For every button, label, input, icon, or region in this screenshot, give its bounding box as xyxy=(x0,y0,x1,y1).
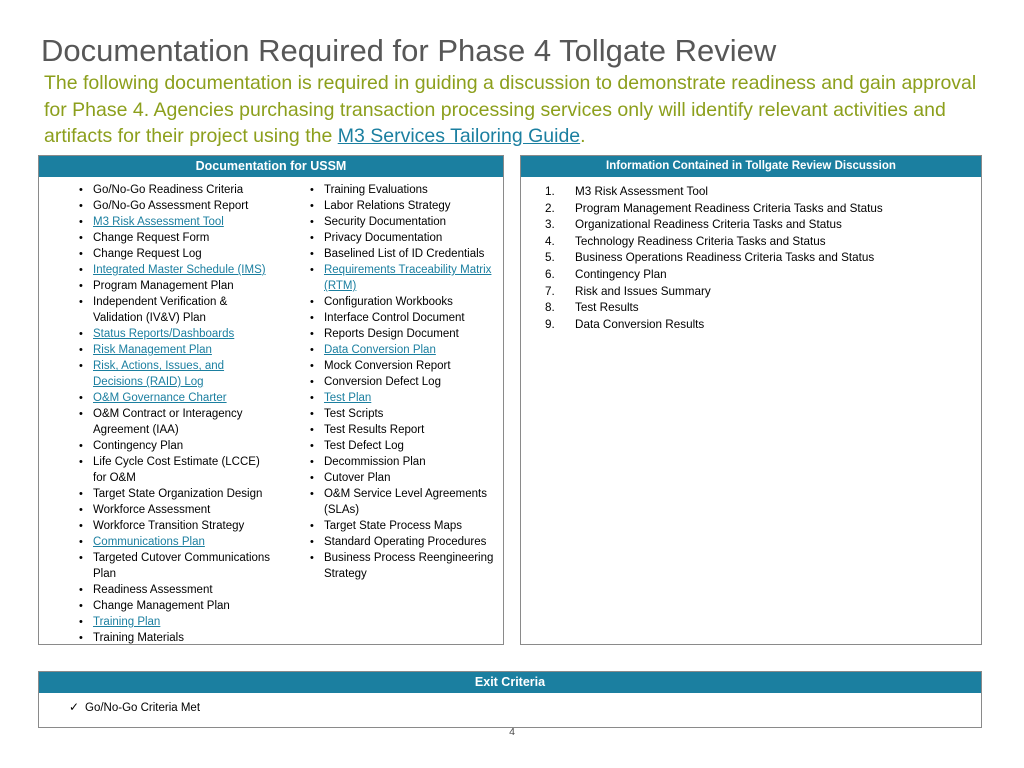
documentation-list-item: Workforce Assessment xyxy=(79,502,276,518)
documentation-list-item: Change Management Plan xyxy=(79,598,276,614)
documentation-list-item: Life Cycle Cost Estimate (LCCE) for O&M xyxy=(79,454,276,486)
tollgate-discussion-panel: Information Contained in Tollgate Review… xyxy=(520,155,982,645)
page-number: 4 xyxy=(509,726,515,738)
tollgate-item-number: 9. xyxy=(545,317,555,331)
exit-criteria-item: ✓ Go/No-Go Criteria Met xyxy=(69,700,200,714)
documentation-list-item: Workforce Transition Strategy xyxy=(79,518,276,534)
tollgate-item-label: Business Operations Readiness Criteria T… xyxy=(575,251,875,265)
documentation-column-b: Training EvaluationsLabor Relations Stra… xyxy=(276,182,503,646)
tollgate-item-label: Organizational Readiness Criteria Tasks … xyxy=(575,218,842,232)
tollgate-item-number: 2. xyxy=(545,201,555,215)
documentation-list-item: Baselined List of ID Credentials xyxy=(310,246,503,262)
tollgate-item-number: 8. xyxy=(545,301,555,315)
tollgate-discussion-item: 3. Organizational Readiness Criteria Task… xyxy=(539,217,959,234)
documentation-list-item: Change Request Form xyxy=(79,230,276,246)
documentation-link-item[interactable]: Status Reports/Dashboards xyxy=(79,326,276,342)
documentation-list-a: Go/No-Go Readiness CriteriaGo/No-Go Asse… xyxy=(79,182,276,646)
documentation-list-item: O&M Service Level Agreements (SLAs) xyxy=(310,486,503,518)
tollgate-discussion-item: 2. Program Management Readiness Criteria … xyxy=(539,201,959,218)
tollgate-item-number: 6. xyxy=(545,267,555,281)
tollgate-item-number: 3. xyxy=(545,218,555,232)
documentation-list-item: Targeted Cutover Communications Plan xyxy=(79,550,276,582)
tollgate-item-number: 7. xyxy=(545,284,555,298)
exit-criteria-panel: Exit Criteria ✓ Go/No-Go Criteria Met xyxy=(38,671,982,728)
check-icon: ✓ xyxy=(69,700,80,714)
documentation-list-item: Business Process Reengineering Strategy xyxy=(310,550,503,582)
documentation-list-item: Change Request Log xyxy=(79,246,276,262)
tollgate-discussion-item: 6. Contingency Plan xyxy=(539,267,959,284)
documentation-columns: Go/No-Go Readiness CriteriaGo/No-Go Asse… xyxy=(39,182,503,646)
documentation-list-item: Target State Organization Design xyxy=(79,486,276,502)
documentation-list-item: Conversion Defect Log xyxy=(310,374,503,390)
documentation-list-item: Interface Control Document xyxy=(310,310,503,326)
documentation-list-item: Program Management Plan xyxy=(79,278,276,294)
documentation-list-item: Mock Conversion Report xyxy=(310,358,503,374)
tollgate-discussion-item: 5. Business Operations Readiness Criteria… xyxy=(539,250,959,267)
documentation-link-item[interactable]: Risk Management Plan xyxy=(79,342,276,358)
documentation-list-item: Readiness Assessment xyxy=(79,582,276,598)
slide-canvas: Documentation Required for Phase 4 Tollg… xyxy=(0,0,1024,768)
documentation-list-item: Independent Verification & Validation (I… xyxy=(79,294,276,326)
documentation-column-a: Go/No-Go Readiness CriteriaGo/No-Go Asse… xyxy=(39,182,276,646)
documentation-link-item[interactable]: Risk, Actions, Issues, and Decisions (RA… xyxy=(79,358,276,390)
page-title: Documentation Required for Phase 4 Tollg… xyxy=(41,33,777,68)
documentation-list-item: Reports Design Document xyxy=(310,326,503,342)
documentation-list-item: Training Materials xyxy=(79,630,276,646)
documentation-list-item: Test Defect Log xyxy=(310,438,503,454)
documentation-list-item: Training Evaluations xyxy=(310,182,503,198)
tollgate-item-number: 1. xyxy=(545,185,555,198)
tollgate-item-label: Test Results xyxy=(575,301,639,315)
documentation-link-item[interactable]: Communications Plan xyxy=(79,534,276,550)
documentation-list-item: Decommission Plan xyxy=(310,454,503,470)
documentation-list-item: Standard Operating Procedures xyxy=(310,534,503,550)
subtitle-text-part2: . xyxy=(580,125,586,148)
exit-criteria-header: Exit Criteria xyxy=(39,672,981,693)
tollgate-discussion-item: 8. Test Results xyxy=(539,300,959,317)
tollgate-discussion-header: Information Contained in Tollgate Review… xyxy=(521,156,981,177)
documentation-link-item[interactable]: O&M Governance Charter xyxy=(79,390,276,406)
tollgate-item-label: Program Management Readiness Criteria Ta… xyxy=(575,201,883,215)
tollgate-item-number: 4. xyxy=(545,234,555,248)
documentation-list-item: Labor Relations Strategy xyxy=(310,198,503,214)
exit-criteria-label: Go/No-Go Criteria Met xyxy=(85,702,201,714)
documentation-link-item[interactable]: Training Plan xyxy=(79,614,276,630)
documentation-list-item: O&M Contract or Interagency Agreement (I… xyxy=(79,406,276,438)
documentation-list-item: Target State Process Maps xyxy=(310,518,503,534)
documentation-link-item[interactable]: Requirements Traceability Matrix (RTM) xyxy=(310,262,503,294)
documentation-link-item[interactable]: M3 Risk Assessment Tool xyxy=(79,214,276,230)
tollgate-item-number: 5. xyxy=(545,251,555,265)
documentation-link-item[interactable]: Integrated Master Schedule (IMS) xyxy=(79,262,276,278)
documentation-link-item[interactable]: Test Plan xyxy=(310,390,503,406)
documentation-list-item: Cutover Plan xyxy=(310,470,503,486)
documentation-link-item[interactable]: Data Conversion Plan xyxy=(310,342,503,358)
documentation-list-item: Test Scripts xyxy=(310,406,503,422)
tollgate-item-label: Technology Readiness Criteria Tasks and … xyxy=(575,234,826,248)
documentation-for-ussm-panel: Documentation for USSM Go/No-Go Readines… xyxy=(38,155,504,646)
documentation-list-item: Go/No-Go Assessment Report xyxy=(79,198,276,214)
tollgate-discussion-item: 4. Technology Readiness Criteria Tasks an… xyxy=(539,234,959,251)
tollgate-item-label: Risk and Issues Summary xyxy=(575,284,711,298)
tollgate-discussion-item: 9. Data Conversion Results xyxy=(539,317,959,334)
tollgate-discussion-list: 1. M3 Risk Assessment Tool 2. Program Manag… xyxy=(539,184,959,333)
documentation-list-item: Contingency Plan xyxy=(79,438,276,454)
tollgate-item-label: M3 Risk Assessment Tool xyxy=(575,185,708,198)
page-subtitle: The following documentation is required … xyxy=(44,70,992,150)
tollgate-discussion-item: 7. Risk and Issues Summary xyxy=(539,284,959,301)
documentation-list-b: Training EvaluationsLabor Relations Stra… xyxy=(310,182,503,582)
documentation-list-item: Go/No-Go Readiness Criteria xyxy=(79,182,276,198)
documentation-list-item: Privacy Documentation xyxy=(310,230,503,246)
tollgate-discussion-item: 1. M3 Risk Assessment Tool xyxy=(539,184,959,201)
tollgate-item-label: Contingency Plan xyxy=(575,267,667,281)
documentation-list-item: Configuration Workbooks xyxy=(310,294,503,310)
tollgate-item-label: Data Conversion Results xyxy=(575,317,705,331)
documentation-list-item: Test Results Report xyxy=(310,422,503,438)
documentation-for-ussm-header: Documentation for USSM xyxy=(39,156,503,177)
documentation-list-item: Security Documentation xyxy=(310,214,503,230)
m3-services-tailoring-guide-link[interactable]: M3 Services Tailoring Guide xyxy=(338,125,580,147)
